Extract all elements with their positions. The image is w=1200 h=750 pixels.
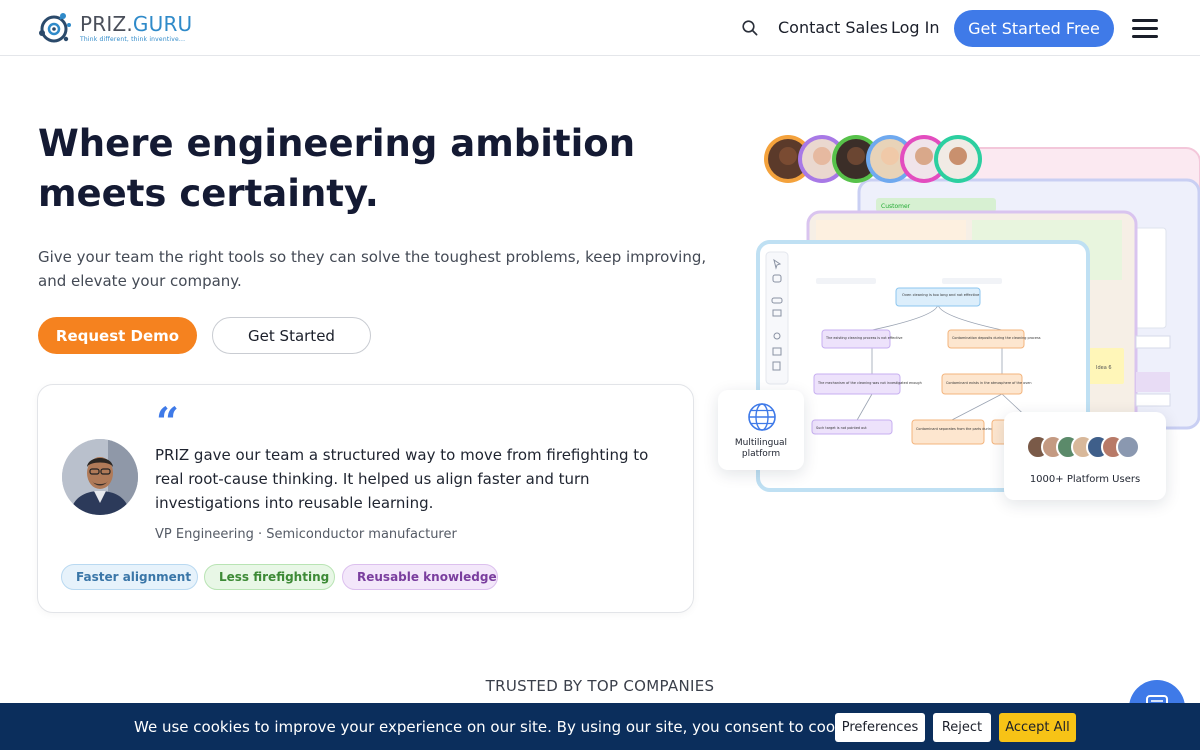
get-started-free-button[interactable]: Get Started Free: [954, 10, 1114, 47]
user-avatars-icon: [1026, 435, 1140, 459]
cookie-preferences-button[interactable]: Preferences: [835, 713, 925, 742]
platform-users-label: 1000+ Platform Users: [1029, 474, 1141, 485]
chip-faster-alignment: Faster alignment: [61, 564, 198, 590]
platform-illustration: Customer Idea 6 Oven cleaning is too lon…: [716, 128, 1200, 508]
get-started-button[interactable]: Get Started: [212, 317, 371, 354]
node-right-1: Contamination deposits during the cleani…: [952, 336, 1041, 340]
logo-tagline: Think different, think inventive...: [80, 36, 186, 43]
panel-header-text: Customer: [881, 203, 911, 210]
person-avatar-icon: [62, 439, 138, 515]
logo-main-text: PRIZ.: [80, 12, 133, 36]
multilingual-label: Multilingual platform: [734, 438, 788, 459]
hero-title: Where engineering ambition meets certain…: [38, 122, 636, 215]
menu-icon[interactable]: [1132, 18, 1160, 38]
node-right-2: Contaminant exists in the atmosphere of …: [946, 381, 1031, 385]
chip-label: Less firefighting: [219, 570, 330, 584]
site-header: PRIZ.GURU Think different, think inventi…: [0, 0, 1200, 56]
request-demo-button[interactable]: Request Demo: [38, 317, 197, 354]
logo-accent-text: GURU: [132, 12, 193, 36]
chip-label: Faster alignment: [76, 570, 192, 584]
testimonial-avatar: [62, 439, 138, 515]
cookie-accept-all-button[interactable]: Accept All: [999, 713, 1076, 742]
platform-users-badge: 1000+ Platform Users: [1004, 412, 1166, 500]
chip-reusable-knowledge: Reusable knowledge: [342, 564, 498, 590]
cookie-reject-button[interactable]: Reject: [933, 713, 991, 742]
nav-contact-sales[interactable]: Contact Sales: [778, 18, 888, 37]
testimonial-quote: PRIZ gave our team a structured way to m…: [155, 446, 649, 512]
testimonial-card: “ PRIZ gave our team a structured way to…: [37, 384, 694, 613]
cookie-message: We use cookies to improve your experienc…: [134, 718, 870, 736]
node-left-2: The mechanism of the cleaning was not in…: [817, 381, 922, 385]
quote-icon: “: [156, 399, 180, 446]
sticky-note-text: Idea 6: [1096, 365, 1112, 371]
logo-wordmark: PRIZ.GURU: [80, 12, 192, 36]
nav-log-in[interactable]: Log In: [891, 18, 940, 37]
node-left-3: Such target is not pointed out: [816, 426, 867, 430]
testimonial-role: VP Engineering · Semiconductor manufactu…: [155, 527, 457, 542]
globe-icon: [748, 403, 776, 431]
hero-subtitle: Give your team the right tools so they c…: [38, 248, 707, 290]
team-avatars: [764, 135, 982, 183]
multilingual-badge: Multilingual platform: [718, 390, 804, 470]
cookie-banner: We use cookies to improve your experienc…: [0, 703, 1200, 750]
node-left-1: The existing cleaning process is not eff…: [825, 336, 902, 340]
chip-less-firefighting: Less firefighting: [204, 564, 335, 590]
trusted-heading: TRUSTED BY TOP COMPANIES: [485, 677, 715, 695]
chip-label: Reusable knowledge: [357, 570, 497, 584]
priz-guru-logo[interactable]: PRIZ.GURU Think different, think inventi…: [36, 9, 196, 47]
node-root: Oven cleaning is too long and not effect…: [902, 293, 980, 297]
search-icon[interactable]: [741, 19, 759, 37]
logo-mark-icon: [39, 13, 71, 43]
